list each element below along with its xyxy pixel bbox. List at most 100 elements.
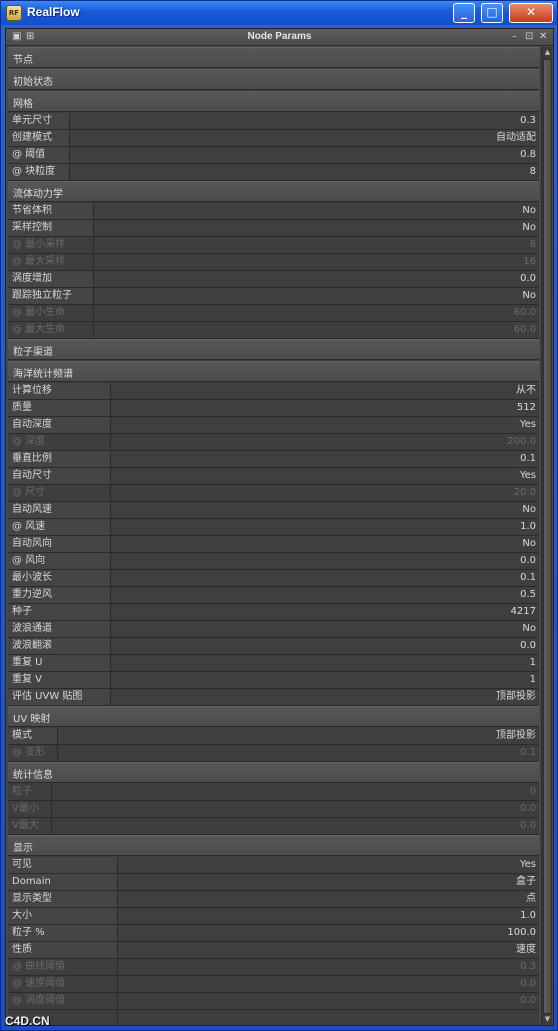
param-value[interactable]: 4217: [111, 604, 539, 620]
param-value[interactable]: 顶部投影: [111, 689, 539, 705]
section-header-statistics[interactable]: 统计信息: [8, 762, 539, 783]
param-value[interactable]: 0.8: [70, 147, 539, 163]
param-label: 单元尺寸: [8, 113, 70, 129]
param-row: @ 最小采样 8: [8, 237, 539, 254]
node-params-panel: ▣ ⊞ Node Params – ⊡ ✕ 节点 初始状态 网格 单元尺寸 0.3 创建模…: [5, 28, 554, 1026]
param-row: @ 最小生命 60.0: [8, 305, 539, 322]
param-row: 涡度增加 0.0: [8, 271, 539, 288]
param-row: @ 变形 0.1: [8, 745, 539, 762]
panel-close-icon[interactable]: ✕: [539, 31, 547, 42]
param-value[interactable]: 0.0: [111, 638, 539, 654]
param-value[interactable]: No: [94, 288, 539, 304]
param-value[interactable]: No: [111, 621, 539, 637]
section-header-mesh[interactable]: 网格: [8, 91, 539, 112]
param-value[interactable]: 点: [118, 891, 539, 907]
param-value: 60.0: [94, 322, 539, 338]
param-row: 评估 UVW 贴图 顶部投影: [8, 689, 539, 706]
section-header-initial-state[interactable]: 初始状态: [8, 69, 539, 90]
param-label: 显示类型: [8, 891, 118, 907]
param-row: 质量 512: [8, 400, 539, 417]
param-row: V最小 0.0: [8, 801, 539, 818]
param-label: V最大: [8, 818, 52, 834]
param-value[interactable]: 速度: [118, 942, 539, 958]
section-label: 初始状态: [13, 77, 53, 88]
param-row: 自动风向 No: [8, 536, 539, 553]
param-value: 60.0: [94, 305, 539, 321]
panel-minimize-icon[interactable]: –: [512, 31, 517, 42]
param-label: 重力逆风: [8, 587, 111, 603]
param-value[interactable]: No: [111, 502, 539, 518]
param-value[interactable]: 100.0: [118, 925, 539, 941]
maximize-button[interactable]: □: [481, 3, 503, 23]
param-value[interactable]: Yes: [111, 468, 539, 484]
param-value[interactable]: No: [111, 536, 539, 552]
param-list: 节点 初始状态 网格 单元尺寸 0.3 创建模式 自动适配 @ 阈值 0.8 @ 块粒度 8 流体动力…: [8, 47, 539, 1025]
param-value[interactable]: 1.0: [111, 519, 539, 535]
watermark: C4D.CN: [5, 1014, 50, 1028]
section-header-uv-mapping[interactable]: UV 映射: [8, 706, 539, 727]
param-label: @ 曲线阈值: [8, 959, 118, 975]
section-header-particle-channels[interactable]: 粒子渠道: [8, 339, 539, 360]
param-row: 计算位移 从不: [8, 383, 539, 400]
param-label: 垂直比例: [8, 451, 111, 467]
param-value: 0.1: [58, 745, 539, 761]
param-value[interactable]: 0.0: [94, 271, 539, 287]
param-label: 自动风向: [8, 536, 111, 552]
param-value[interactable]: 0.0: [111, 553, 539, 569]
param-label: 大小: [8, 908, 118, 924]
param-value[interactable]: 0.1: [111, 451, 539, 467]
param-label: @ 速度阈值: [8, 976, 118, 992]
title-bar[interactable]: RF RealFlow _ □ ✕: [1, 1, 557, 25]
param-row: @ 曲线阈值 0.3: [8, 959, 539, 976]
vertical-scrollbar[interactable]: ▲ ▼: [541, 47, 552, 1025]
section-label: 显示: [13, 843, 33, 854]
scroll-up-icon[interactable]: ▲: [543, 48, 552, 57]
param-row: 自动风速 No: [8, 502, 539, 519]
section-header-dynamics[interactable]: 流体动力学: [8, 181, 539, 202]
param-value[interactable]: 0.5: [111, 587, 539, 603]
scroll-down-icon[interactable]: ▼: [543, 1015, 552, 1024]
param-value[interactable]: 8: [70, 164, 539, 180]
param-value[interactable]: 0.3: [70, 113, 539, 129]
param-value[interactable]: No: [94, 203, 539, 219]
param-label: Domain: [8, 874, 118, 890]
param-label: 自动风速: [8, 502, 111, 518]
section-label: 节点: [13, 55, 33, 66]
scroll-thumb[interactable]: [543, 59, 552, 1014]
panel-float-icon[interactable]: ⊡: [525, 31, 533, 42]
param-value[interactable]: 自动适配: [70, 130, 539, 146]
minimize-button[interactable]: _: [453, 3, 475, 23]
param-row: @ 速度阈值 0.0: [8, 976, 539, 993]
param-label: 涡度增加: [8, 271, 94, 287]
param-value[interactable]: Yes: [118, 857, 539, 873]
param-value[interactable]: 512: [111, 400, 539, 416]
param-value[interactable]: 从不: [111, 383, 539, 399]
param-row: @ 阈值 0.8: [8, 147, 539, 164]
realflow-logo-icon: RF: [6, 5, 22, 21]
param-value[interactable]: No: [94, 220, 539, 236]
param-value: [118, 1010, 539, 1025]
app-title: RealFlow: [27, 5, 80, 19]
param-value[interactable]: 1: [111, 672, 539, 688]
param-value[interactable]: 1.0: [118, 908, 539, 924]
param-value[interactable]: 1: [111, 655, 539, 671]
param-row: @ 块粒度 8: [8, 164, 539, 181]
param-value[interactable]: 0.1: [111, 570, 539, 586]
param-row: @ 尺寸 20.0: [8, 485, 539, 502]
param-label: @ 最小采样: [8, 237, 94, 253]
param-row: 重复 V1: [8, 672, 539, 689]
param-row: 跟踪独立粒子 No: [8, 288, 539, 305]
param-value[interactable]: Yes: [111, 417, 539, 433]
param-label: 重复 V: [8, 672, 111, 688]
param-value[interactable]: 盒子: [118, 874, 539, 890]
param-label: 波浪翻滚: [8, 638, 111, 654]
param-value[interactable]: 顶部投影: [58, 728, 539, 744]
param-label: @ 块粒度: [8, 164, 70, 180]
section-header-node[interactable]: 节点: [8, 47, 539, 68]
section-header-ocean-spectrum[interactable]: 海洋统计频谱: [8, 361, 539, 382]
section-header-display[interactable]: 显示: [8, 835, 539, 856]
param-label: @ 深度: [8, 434, 111, 450]
param-label: @ 风向: [8, 553, 111, 569]
close-button[interactable]: ✕: [509, 3, 553, 23]
param-row: 显示类型点: [8, 891, 539, 908]
